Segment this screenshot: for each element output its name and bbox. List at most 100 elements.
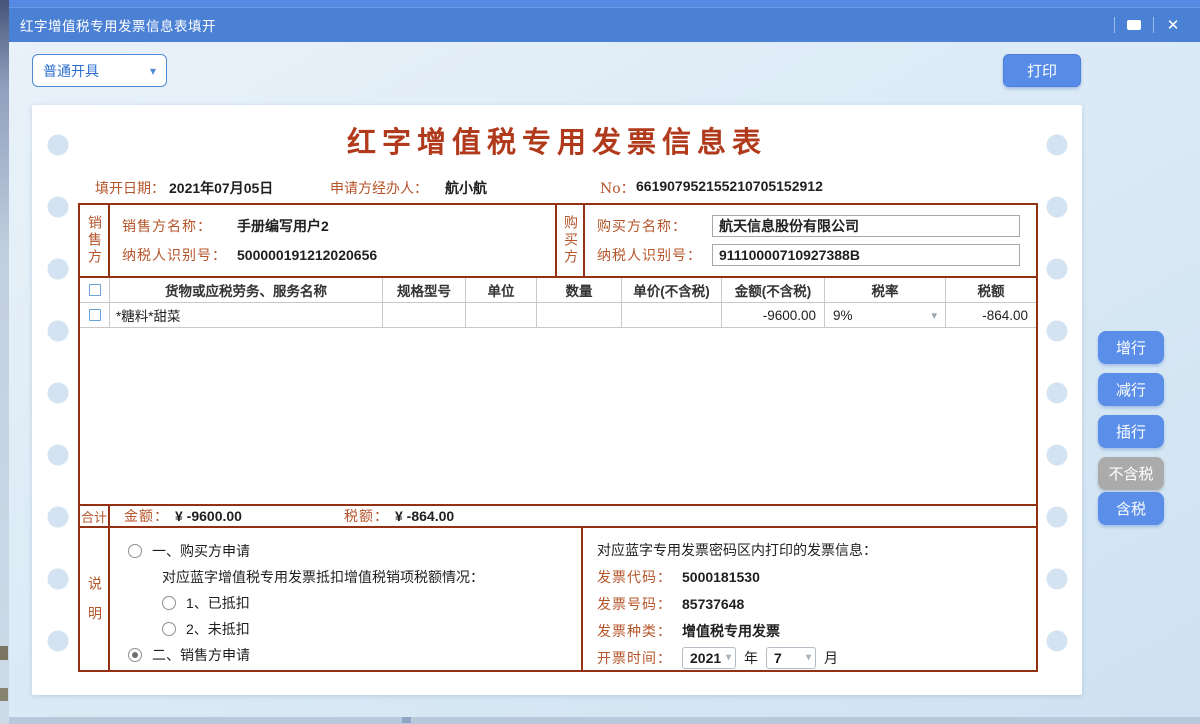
item-price-cell[interactable] [622,303,722,327]
month-value: 7 [774,650,782,666]
apply-options: 一、购买方申请 对应蓝字增值税专用发票抵扣增值税销项税额情况： 1、已抵扣 2、… [110,528,581,670]
month-select[interactable]: 7 ▾ [766,647,816,669]
item-amount-cell[interactable]: -9600.00 [722,303,825,327]
invoice-form: 销售方 销售方名称： 手册编写用户2 纳税人识别号： 5000001912120… [78,203,1038,672]
year-unit: 年 [744,648,758,668]
seller-name-label: 销售方名称： [122,216,237,236]
invoice-time-label: 开票时间： [597,648,682,668]
restore-button[interactable] [1115,8,1153,42]
items-header-row: 货物或应税劳务、服务名称 规格型号 单位 数量 单价(不含税) 金额(不含税) … [80,278,1036,303]
chevron-down-icon: ▾ [150,64,156,78]
seller-side-label: 销售方 [80,205,110,276]
window-bottom-edge [9,717,1200,724]
note-section: 说明 一、购买方申请 对应蓝字增值税专用发票抵扣增值税销项税额情况： 1、已抵扣… [80,528,1036,670]
row-checkbox[interactable] [89,309,101,321]
fill-date-label: 填开日期： [95,178,165,198]
deduction-note: 对应蓝字增值税专用发票抵扣增值税销项税额情况： [162,564,581,590]
col-header-spec: 规格型号 [383,278,466,302]
background-artifact [0,688,8,701]
remove-row-button[interactable]: 减行 [1098,373,1164,406]
blue-invoice-title: 对应蓝字专用发票密码区内打印的发票信息： [597,537,1036,563]
agent-label: 申请方经办人： [330,178,428,198]
incl-tax-button[interactable]: 含税 [1098,492,1164,525]
buyer-side-label: 购买方 [555,205,585,276]
col-header-qty: 数量 [537,278,622,302]
titlebar: 红字增值税专用发票信息表填开 ✕ [9,8,1200,42]
form-header-row: 填开日期： 2021年07月05日 申请方经办人： 航小航 No： 661907… [32,178,1082,198]
radio-seller-apply[interactable]: 二、销售方申请 [128,642,581,668]
close-button[interactable]: ✕ [1154,8,1192,42]
col-header-price: 单价(不含税) [622,278,722,302]
blue-invoice-info: 对应蓝字专用发票密码区内打印的发票信息： 发票代码： 5000181530 发票… [581,528,1036,670]
background-artifact [402,717,411,723]
total-amount-label: 金额： [124,506,169,526]
empty-rows-area [80,328,1036,504]
total-tax-value: ¥ -864.00 [395,508,454,524]
col-header-amount: 金额(不含税) [722,278,825,302]
agent-value: 航小航 [445,178,487,198]
row-action-buttons: 增行 减行 插行 不含税 含税 [1098,331,1164,525]
window-controls: ✕ [1114,8,1192,42]
background-artifact [0,646,8,660]
item-name-cell[interactable]: *糖料*甜菜 [110,303,383,327]
excl-tax-button[interactable]: 不含税 [1098,457,1164,490]
fill-date-value: 2021年07月05日 [169,178,273,198]
seller-name-value: 手册编写用户2 [237,216,329,236]
seller-info: 销售方名称： 手册编写用户2 纳税人识别号： 50000019121202065… [110,205,555,276]
buyer-name-input[interactable] [712,215,1020,237]
invoice-number-value: 85737648 [682,596,744,612]
chevron-down-icon: ▾ [802,652,811,663]
invoice-type-label: 发票种类： [597,621,682,641]
total-side-label: 合计 [80,506,110,526]
radio-checked-icon [128,648,142,662]
decorative-holes-left [47,134,69,674]
table-row: *糖料*甜菜 -9600.00 9% ▾ -864.00 [80,303,1036,328]
invoice-form-panel: 红字增值税专用发票信息表 填开日期： 2021年07月05日 申请方经办人： 航… [32,105,1082,695]
item-unit-cell[interactable] [466,303,537,327]
restore-icon [1127,20,1141,30]
radio-deducted[interactable]: 1、已抵扣 [162,590,581,616]
radio-icon [162,596,176,610]
add-row-button[interactable]: 增行 [1098,331,1164,364]
invoice-type-value: 增值税专用发票 [682,621,780,641]
select-all-checkbox[interactable] [89,284,101,296]
issue-mode-select[interactable]: 普通开具 ▾ [32,54,167,87]
col-header-tax: 税额 [946,278,1036,302]
radio-icon [162,622,176,636]
col-header-goods: 货物或应税劳务、服务名称 [110,278,383,302]
total-tax-label: 税额： [344,506,389,526]
window-title: 红字增值税专用发票信息表填开 [20,15,216,35]
buyer-name-label: 购买方名称： [597,216,712,236]
radio-icon [128,544,142,558]
note-side-label: 说明 [80,528,110,670]
buyer-taxid-input[interactable] [712,244,1020,266]
window-top-strip [9,0,1200,8]
form-no-value: 661907952155210705152912 [636,178,823,194]
month-unit: 月 [824,648,838,668]
chevron-down-icon: ▾ [931,309,937,322]
form-title: 红字增值税专用发票信息表 [32,119,1082,161]
col-header-unit: 单位 [466,278,537,302]
form-no-label: No： [600,178,635,198]
items-table: 货物或应税劳务、服务名称 规格型号 单位 数量 单价(不含税) 金额(不含税) … [80,278,1036,504]
year-select[interactable]: 2021 ▾ [682,647,736,669]
close-icon: ✕ [1167,16,1180,34]
invoice-code-label: 发票代码： [597,567,682,587]
print-button[interactable]: 打印 [1003,54,1081,87]
total-row: 合计 金额： ¥ -9600.00 税额： ¥ -864.00 [80,504,1036,528]
item-taxrate-select[interactable]: 9% ▾ [825,303,946,327]
item-tax-cell[interactable]: -864.00 [946,303,1036,327]
year-value: 2021 [690,650,721,666]
buyer-taxid-label: 纳税人识别号： [597,245,712,265]
decorative-holes-right [1046,134,1068,674]
parties-section: 销售方 销售方名称： 手册编写用户2 纳税人识别号： 5000001912120… [80,205,1036,278]
radio-undeducted[interactable]: 2、未抵扣 [162,616,581,642]
item-qty-cell[interactable] [537,303,622,327]
invoice-code-value: 5000181530 [682,569,760,585]
issue-mode-value: 普通开具 [43,61,99,81]
radio-buyer-apply[interactable]: 一、购买方申请 [128,538,581,564]
item-spec-cell[interactable] [383,303,466,327]
invoice-number-label: 发票号码： [597,594,682,614]
total-amount-value: ¥ -9600.00 [175,508,242,524]
insert-row-button[interactable]: 插行 [1098,415,1164,448]
